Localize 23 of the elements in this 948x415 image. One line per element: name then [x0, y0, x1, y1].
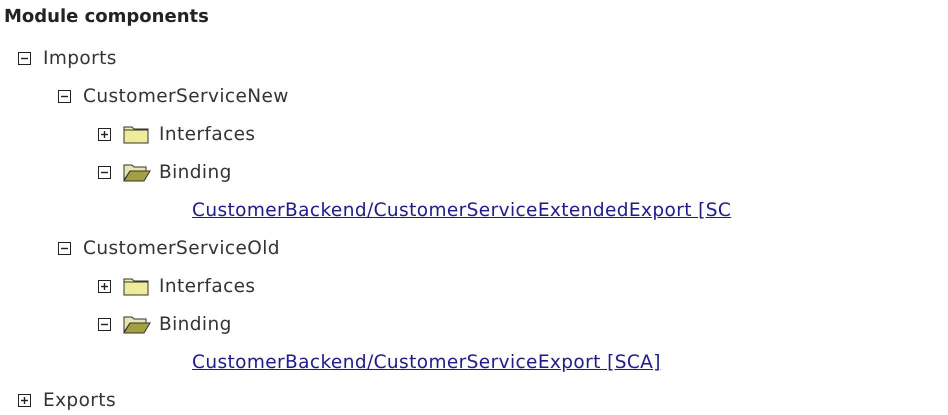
tree-item[interactable]: Exports	[43, 390, 116, 410]
folder-label[interactable]: Binding	[159, 162, 232, 182]
tree-item[interactable]: CustomerServiceNew	[83, 86, 289, 106]
collapse-icon[interactable]	[98, 166, 111, 178]
folder-label[interactable]: Binding	[159, 314, 232, 334]
folder-icon	[123, 276, 151, 296]
section-heading: Module components	[4, 6, 210, 27]
open-folder-icon	[123, 162, 151, 182]
collapse-icon[interactable]	[18, 52, 31, 64]
binding-link[interactable]: CustomerBackend/CustomerServiceExtendedExport [SC	[192, 200, 732, 220]
binding-link[interactable]: CustomerBackend/CustomerServiceExport [SCA]	[192, 352, 661, 372]
collapse-icon[interactable]	[58, 242, 71, 254]
tree-item[interactable]: Imports	[43, 48, 117, 68]
tree-item[interactable]: CustomerServiceOld	[83, 238, 280, 258]
folder-label[interactable]: Interfaces	[159, 124, 256, 144]
collapse-icon[interactable]	[58, 90, 71, 102]
expand-icon[interactable]	[18, 394, 31, 406]
expand-icon[interactable]	[98, 128, 111, 140]
open-folder-icon	[123, 314, 151, 334]
expand-icon[interactable]	[98, 280, 111, 292]
collapse-icon[interactable]	[98, 318, 111, 330]
folder-label[interactable]: Interfaces	[159, 276, 256, 296]
folder-icon	[123, 124, 151, 144]
